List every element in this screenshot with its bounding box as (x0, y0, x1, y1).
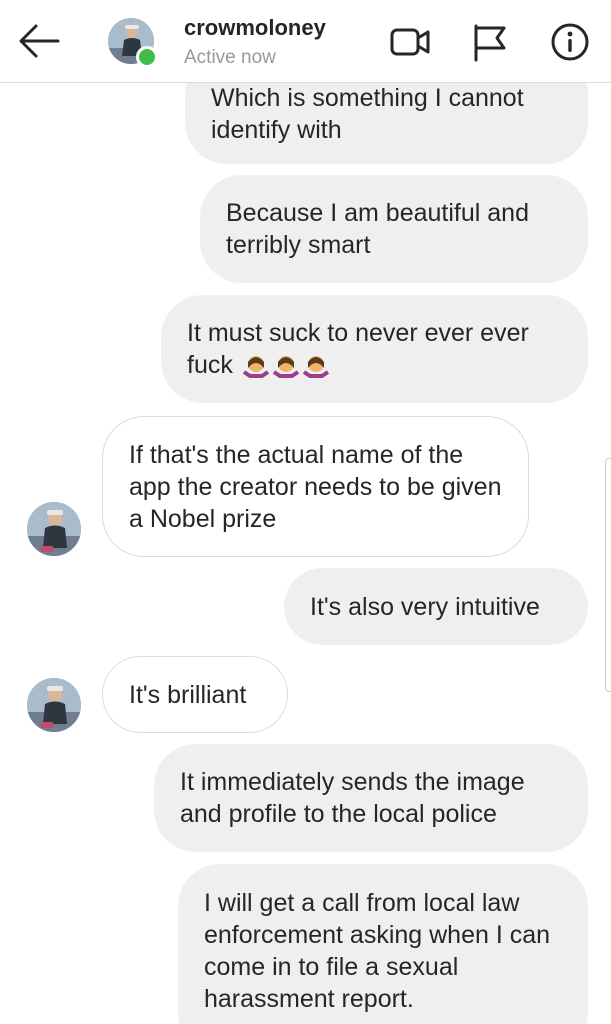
message-bubble-outgoing[interactable]: It's also very intuitive (284, 568, 588, 645)
message-text: It must suck to never ever ever fuck (187, 319, 529, 379)
info-icon (551, 23, 589, 61)
message-text: If that's the actual name of the app the… (129, 440, 502, 533)
sender-avatar[interactable] (27, 502, 81, 556)
message-text: It's also very intuitive (310, 592, 540, 621)
message-text: Which is something I cannot identify wit… (211, 84, 524, 144)
flag-icon (474, 24, 506, 62)
message-bubble-outgoing[interactable]: It immediately sends the image and profi… (154, 744, 588, 852)
video-call-button[interactable] (390, 22, 430, 62)
contact-avatar-button[interactable] (108, 18, 158, 68)
woman-shrugging-emoji (242, 356, 329, 379)
activity-status: Active now (184, 47, 276, 68)
video-camera-icon (390, 28, 430, 56)
message-bubble-outgoing[interactable]: Because I am beautiful and terribly smar… (200, 175, 588, 283)
contact-username[interactable]: crowmoloney (184, 15, 326, 41)
message-text: It immediately sends the image and profi… (180, 768, 525, 828)
message-bubble-outgoing[interactable]: I will get a call from local law enforce… (178, 864, 588, 1024)
back-button[interactable] (14, 18, 66, 64)
message-bubble-incoming[interactable]: If that's the actual name of the app the… (102, 416, 529, 557)
message-text-with-emoji: It must suck to never ever ever fuck (187, 317, 562, 381)
sender-avatar[interactable] (27, 678, 81, 732)
chat-screen: crowmoloney Active now Which is somethin… (0, 0, 611, 1024)
online-indicator (136, 46, 158, 68)
chat-header: crowmoloney Active now (0, 0, 611, 83)
message-text: It's brilliant (129, 680, 247, 709)
info-button[interactable] (550, 22, 590, 62)
message-bubble-outgoing[interactable]: It must suck to never ever ever fuck (161, 295, 588, 403)
message-text: Because I am beautiful and terribly smar… (226, 199, 529, 259)
message-bubble-incoming[interactable]: It's brilliant (102, 656, 288, 733)
arrow-left-icon (19, 24, 60, 58)
report-button[interactable] (470, 22, 510, 62)
message-text: I will get a call from local law enforce… (204, 889, 551, 1013)
scrollbar-thumb[interactable] (605, 458, 611, 692)
